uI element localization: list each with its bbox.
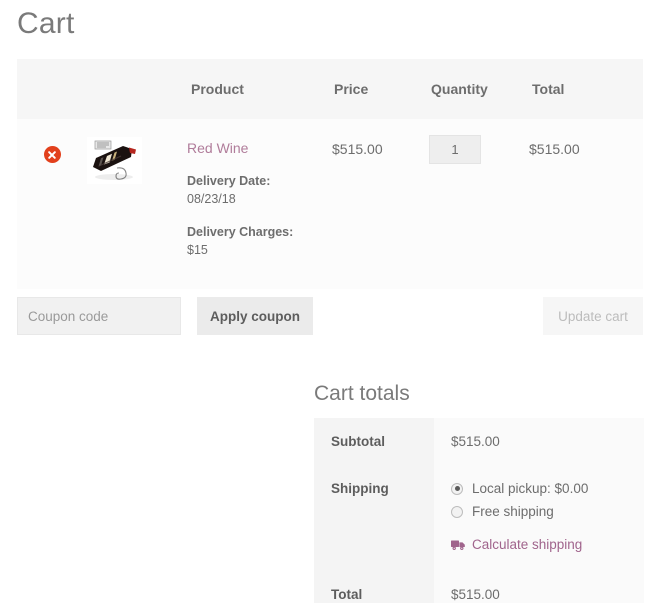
table-row: Red Wine Delivery Date: 08/23/18 Deliver… <box>17 119 643 289</box>
product-details-cell: Red Wine Delivery Date: 08/23/18 Deliver… <box>187 119 332 289</box>
meta-label-delivery-charges: Delivery Charges: <box>187 225 294 239</box>
cart-totals-title: Cart totals <box>314 382 410 405</box>
column-header-quantity: Quantity <box>429 59 529 119</box>
column-header-thumbnail <box>87 59 187 119</box>
subtotal-value: $515.00 <box>434 418 644 465</box>
shipping-option-label-free-shipping: Free shipping <box>472 504 554 519</box>
shipping-option-free-shipping[interactable]: Free shipping <box>451 501 644 522</box>
shipping-option-local-pickup[interactable]: Local pickup: $0.00 <box>451 478 644 499</box>
cart-table-header-row: Product Price Quantity Total <box>17 59 643 119</box>
shipping-label: Shipping <box>314 465 434 570</box>
cart-totals-table: Subtotal $515.00 Shipping Local pickup: … <box>314 418 644 603</box>
truck-icon <box>451 539 466 551</box>
remove-circle-icon[interactable] <box>43 146 61 163</box>
meta-value-delivery-date: 08/23/18 <box>187 192 236 206</box>
coupon-code-input[interactable] <box>17 297 181 335</box>
cart-items-table: Product Price Quantity Total Red Wine De… <box>17 59 643 289</box>
totals-row-subtotal: Subtotal $515.00 <box>314 418 644 465</box>
totals-row-total: Total $515.00 <box>314 570 644 603</box>
apply-coupon-button[interactable]: Apply coupon <box>197 297 313 335</box>
meta-value-delivery-charges: $15 <box>187 243 208 257</box>
update-cart-button[interactable]: Update cart <box>543 297 643 335</box>
calculate-shipping-link[interactable]: Calculate shipping <box>451 537 644 552</box>
product-thumbnail-cell <box>87 119 187 289</box>
column-header-price: Price <box>332 59 429 119</box>
quantity-input[interactable] <box>429 135 481 164</box>
remove-item-cell <box>17 119 87 289</box>
product-line-total: $515.00 <box>529 119 643 289</box>
subtotal-label: Subtotal <box>314 418 434 465</box>
order-total-label: Total <box>314 570 434 603</box>
shipping-option-label-local-pickup: Local pickup: $0.00 <box>472 481 589 496</box>
product-meta-delivery-charges: Delivery Charges: $15 <box>187 223 332 259</box>
order-total-value: $515.00 <box>434 570 644 603</box>
column-header-product: Product <box>187 59 332 119</box>
product-quantity-cell <box>429 119 529 289</box>
cart-actions-row: Apply coupon Update cart <box>17 297 643 335</box>
product-price: $515.00 <box>332 119 429 289</box>
product-meta-delivery-date: Delivery Date: 08/23/18 <box>187 172 332 208</box>
calculate-shipping-label: Calculate shipping <box>472 537 583 552</box>
product-name-link[interactable]: Red Wine <box>187 139 332 157</box>
totals-row-shipping: Shipping Local pickup: $0.00 Free shippi… <box>314 465 644 570</box>
column-header-remove <box>17 59 87 119</box>
radio-local-pickup[interactable] <box>451 482 463 495</box>
cart-page: Cart Product Price Quantity Total Red Wi… <box>0 0 658 603</box>
page-title: Cart <box>17 7 75 40</box>
shipping-options-cell: Local pickup: $0.00 Free shipping Calcul… <box>434 465 644 570</box>
radio-free-shipping[interactable] <box>451 505 463 518</box>
column-header-total: Total <box>529 59 643 119</box>
meta-label-delivery-date: Delivery Date: <box>187 174 271 188</box>
wine-bottle-thumbnail[interactable] <box>87 137 142 184</box>
